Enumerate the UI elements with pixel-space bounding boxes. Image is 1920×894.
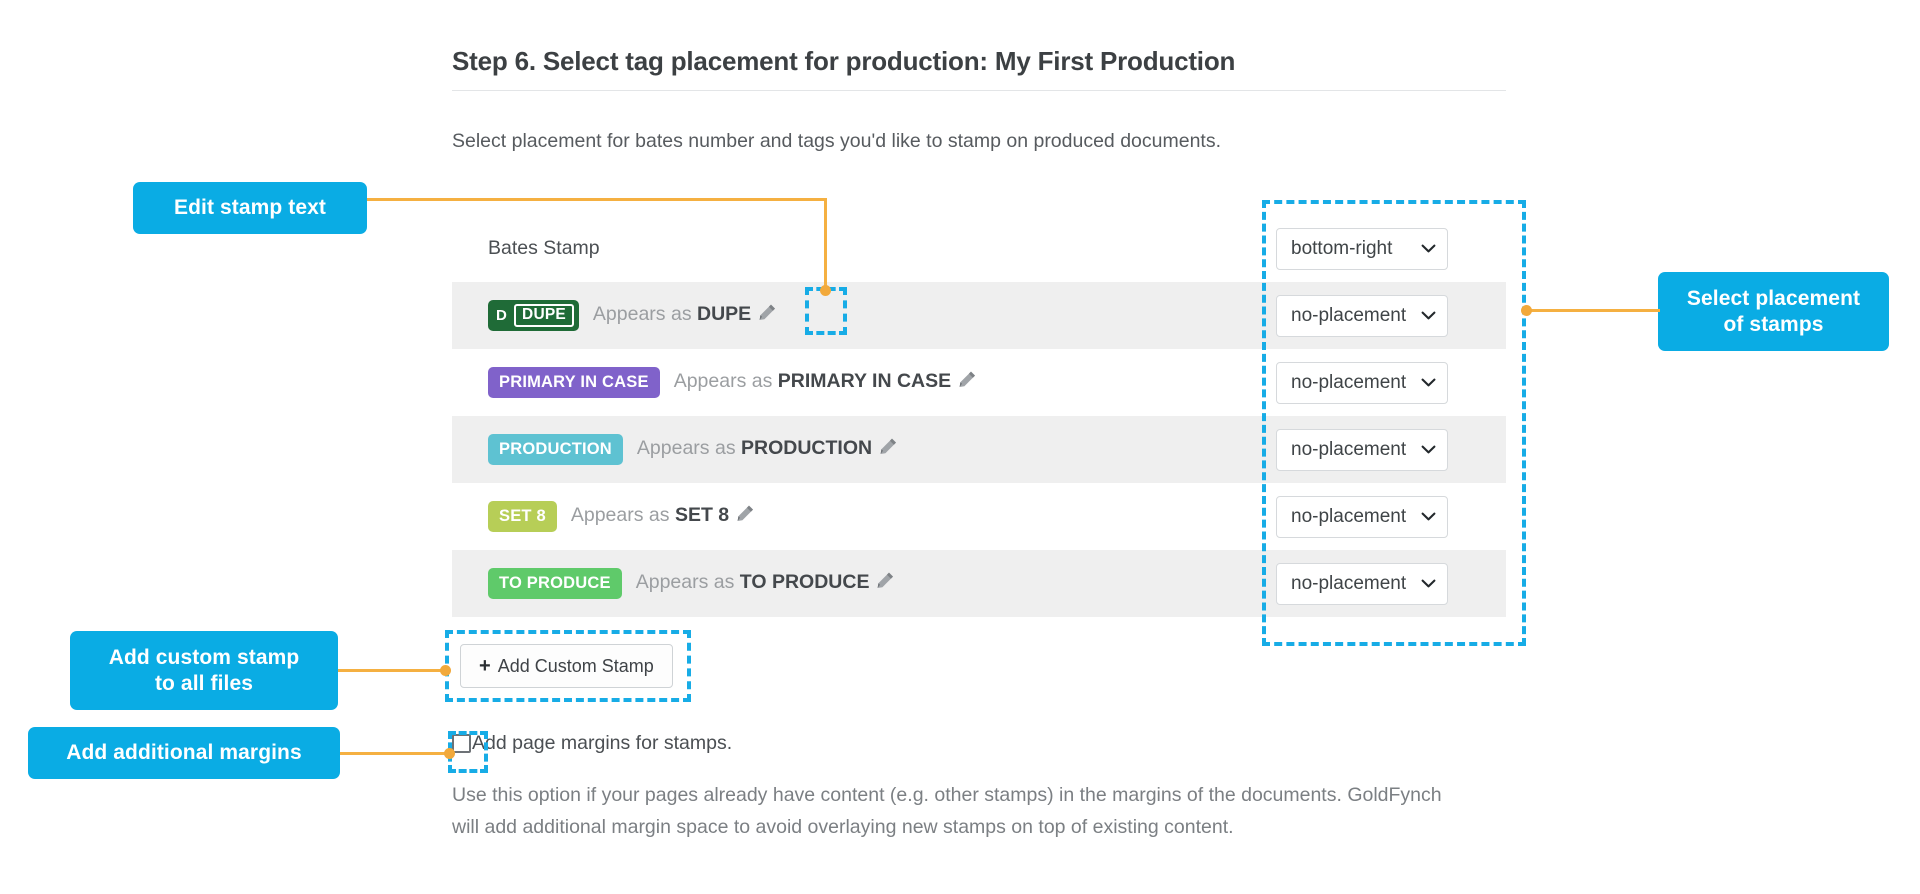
placement-select-value: no-placement — [1291, 505, 1407, 527]
connector-edit-stamp-text-horizontal — [367, 198, 827, 201]
appears-as-prefix: Appears as — [570, 504, 670, 526]
add-custom-stamp-container: + Add Custom Stamp — [460, 644, 673, 688]
appears-as-text: Appears as TO PRODUCE — [636, 571, 896, 596]
callout-add-custom-stamp-line1: Add custom stamp — [108, 645, 300, 669]
callout-add-additional-margins: Add additional margins — [28, 727, 340, 779]
tag-row-content: PRIMARY IN CASE Appears as PRIMARY IN CAS… — [488, 367, 977, 398]
chevron-down-icon — [1421, 238, 1436, 260]
placement-select-cell: no-placement — [1276, 282, 1458, 349]
connector-select-placement-horizontal — [1530, 309, 1660, 312]
appears-as-value: PRODUCTION — [741, 437, 873, 459]
placement-select[interactable]: no-placement — [1276, 495, 1448, 538]
appears-as-text: Appears as SET 8 — [571, 504, 755, 529]
connector-add-custom-stamp-horizontal — [338, 669, 448, 672]
appears-as-text: Appears as DUPE — [593, 303, 777, 328]
placement-select-value: no-placement — [1291, 438, 1407, 460]
placement-select-value: no-placement — [1291, 304, 1407, 326]
placement-select-value: bottom-right — [1291, 237, 1393, 259]
placement-select[interactable]: bottom-right — [1276, 227, 1448, 270]
chevron-down-icon — [1421, 439, 1436, 461]
tag-row-content: TO PRODUCE Appears as TO PRODUCE — [488, 568, 895, 599]
callout-select-placement-line2: of stamps — [1723, 312, 1824, 336]
appears-as-prefix: Appears as — [635, 571, 735, 593]
placement-select-cell: no-placement — [1276, 550, 1458, 617]
page-margins-checkbox-row[interactable]: Add page margins for stamps. — [452, 732, 1512, 755]
edit-pencil-icon[interactable] — [876, 571, 895, 596]
edit-pencil-icon[interactable] — [736, 504, 755, 529]
chevron-down-icon — [1421, 506, 1436, 528]
placement-select-cell: bottom-right — [1276, 215, 1458, 282]
appears-as-value: DUPE — [697, 303, 752, 325]
appears-as-value: PRIMARY IN CASE — [777, 370, 952, 392]
tag-row-content: SET 8 Appears as SET 8 — [488, 501, 755, 532]
chevron-down-icon — [1421, 573, 1436, 595]
connector-dot-add-custom-stamp — [440, 665, 451, 676]
page-margins-label: Add page margins for stamps. — [472, 732, 733, 754]
chevron-down-icon — [1421, 372, 1436, 394]
connector-add-margins-horizontal — [340, 752, 452, 755]
tag-chip: D DUPE — [488, 300, 579, 331]
placement-select-value: no-placement — [1291, 371, 1407, 393]
appears-as-prefix: Appears as — [636, 437, 736, 459]
placement-select-cell: no-placement — [1276, 349, 1458, 416]
appears-as-value: SET 8 — [674, 504, 730, 526]
placement-select-value: no-placement — [1291, 572, 1407, 594]
placement-select-cell: no-placement — [1276, 416, 1458, 483]
edit-pencil-icon[interactable] — [758, 303, 777, 328]
appears-as-text: Appears as PRODUCTION — [637, 437, 898, 462]
page-margins-option: Add page margins for stamps. — [452, 732, 1512, 755]
edit-pencil-icon[interactable] — [958, 370, 977, 395]
appears-as-prefix: Appears as — [592, 303, 692, 325]
callout-add-custom-stamp: Add custom stamp to all files — [70, 631, 338, 710]
placement-select[interactable]: no-placement — [1276, 562, 1448, 605]
callout-edit-stamp-text: Edit stamp text — [133, 182, 367, 234]
appears-as-value: TO PRODUCE — [739, 571, 870, 593]
callout-add-custom-stamp-line2: to all files — [154, 671, 254, 695]
page-title: Step 6. Select tag placement for product… — [452, 46, 1236, 76]
callout-edit-stamp-text-line1: Edit stamp text — [173, 196, 327, 220]
placement-select[interactable]: no-placement — [1276, 361, 1448, 404]
callout-add-additional-margins-line1: Add additional margins — [66, 741, 302, 765]
connector-dot-add-margins — [444, 748, 455, 759]
tag-chip-label: DUPE — [514, 304, 574, 327]
edit-pencil-icon[interactable] — [879, 437, 898, 462]
tag-chip: SET 8 — [488, 501, 557, 532]
bates-stamp-label: Bates Stamp — [488, 237, 600, 259]
placement-select-column: bottom-right no-placement no-placement no-p… — [1276, 215, 1458, 617]
appears-as-prefix: Appears as — [673, 370, 773, 392]
title-divider — [452, 90, 1506, 91]
placement-select[interactable]: no-placement — [1276, 428, 1448, 471]
add-custom-stamp-label: Add Custom Stamp — [497, 655, 654, 676]
placement-select[interactable]: no-placement — [1276, 294, 1448, 337]
connector-dot-select-placement — [1521, 305, 1532, 316]
appears-as-text: Appears as PRIMARY IN CASE — [674, 370, 977, 395]
page-margins-checkbox[interactable] — [452, 734, 471, 753]
plus-icon: + — [479, 655, 491, 677]
tag-row-content: PRODUCTION Appears as PRODUCTION — [488, 434, 898, 465]
connector-dot-edit-stamp-text — [820, 285, 831, 296]
tag-chip: TO PRODUCE — [488, 568, 622, 599]
tag-row-content: D DUPE Appears as DUPE — [488, 300, 777, 331]
callout-select-placement-line1: Select placement — [1686, 286, 1861, 310]
placement-select-cell: no-placement — [1276, 483, 1458, 550]
page-margins-description: Use this option if your pages already ha… — [452, 784, 1442, 838]
tag-chip-prefix: D — [496, 307, 508, 324]
chevron-down-icon — [1421, 305, 1436, 327]
tag-chip: PRIMARY IN CASE — [488, 367, 660, 398]
connector-edit-stamp-text-vertical — [824, 198, 827, 290]
add-custom-stamp-button[interactable]: + Add Custom Stamp — [460, 644, 673, 688]
tag-chip: PRODUCTION — [488, 434, 623, 465]
page-subtitle: Select placement for bates number and ta… — [452, 130, 1222, 152]
callout-select-placement: Select placement of stamps — [1658, 272, 1889, 351]
